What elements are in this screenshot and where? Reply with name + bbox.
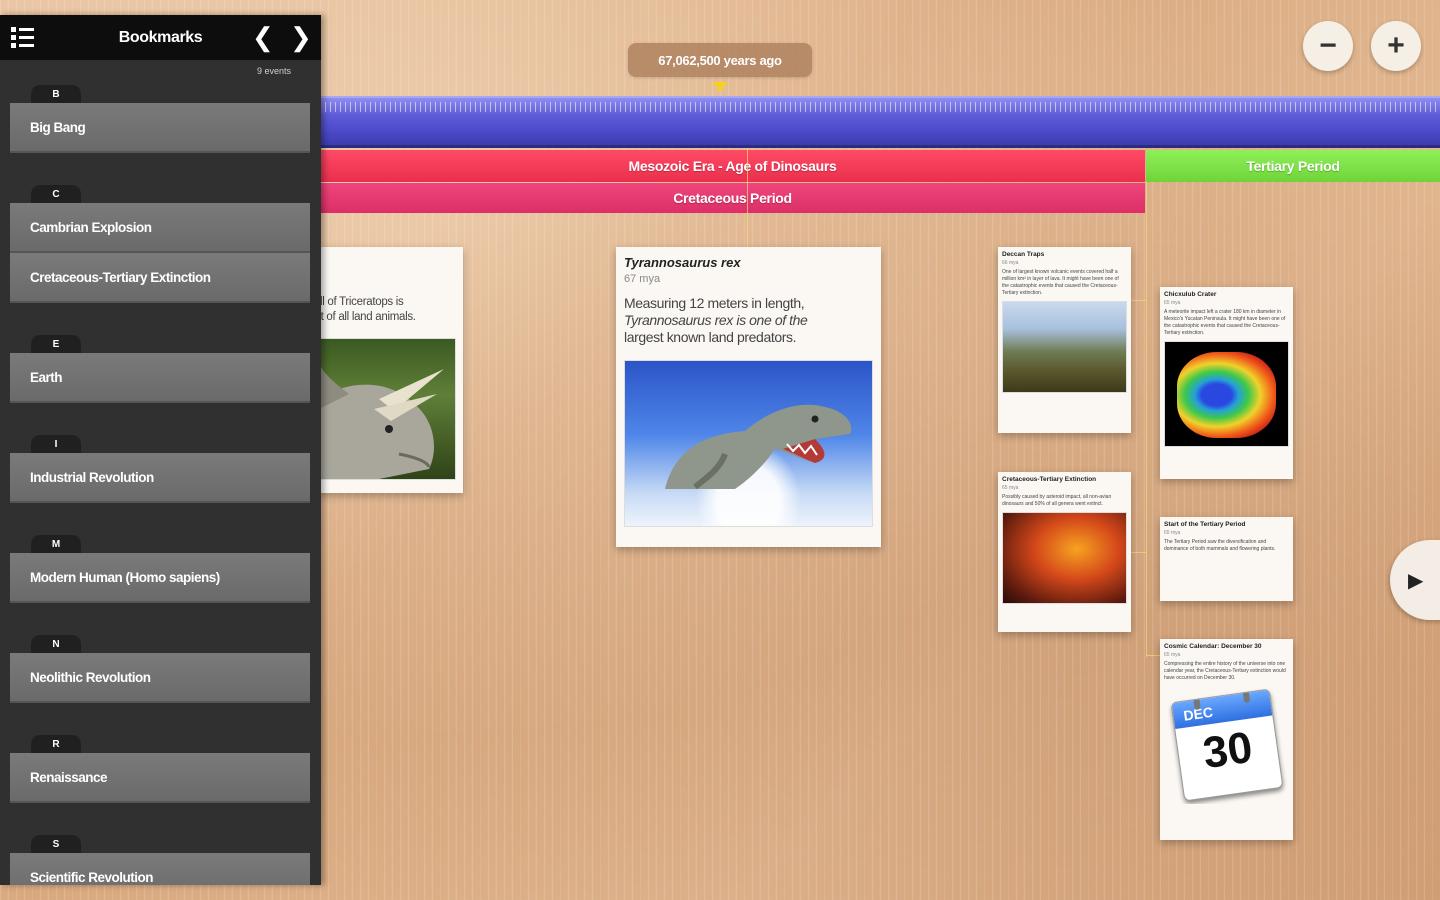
connector-line [747,148,748,247]
bookmark-item[interactable]: Cretaceous-Tertiary Extinction [10,253,310,303]
time-readout: 67,062,500 years ago [628,43,812,77]
card-body: A meteorite impact left a crater 180 km … [1164,309,1286,336]
event-card-tyrannosaurus[interactable]: Tyrannosaurus rex 67 mya Measuring 12 me… [616,247,881,547]
letter-tab: R [31,735,81,753]
crater-map-image [1164,341,1289,447]
card-title: Cretaceous-Tertiary Extinction [1002,476,1097,483]
bookmark-group: C Cambrian Explosion Cretaceous-Tertiary E… [0,185,321,303]
bookmark-item[interactable]: Neolithic Revolution [10,653,310,703]
card-date: 65 mya [1164,652,1181,658]
list-icon[interactable] [10,25,36,51]
zoom-in-button[interactable]: + [1371,21,1421,71]
card-title: Deccan Traps [1002,251,1045,258]
deccan-traps-image [1002,301,1127,393]
event-card-chicxulub-crater[interactable]: Chicxulub Crater 65 mya A meteorite impa… [1160,287,1293,479]
calendar-day: 30 [1199,722,1255,779]
bookmark-item[interactable]: Industrial Revolution [10,453,310,503]
card-body: skull of Triceratops is gest of all land… [318,296,416,323]
letter-tab: N [31,635,81,653]
card-title: Tyrannosaurus rex [624,255,741,270]
bookmark-item[interactable]: Scientific Revolution [10,853,310,885]
letter-tab: C [31,185,81,203]
bookmark-list: B Big Bang C Cambrian Explosion Cretaceous-T… [0,85,321,885]
bookmarks-sidebar: Bookmarks ❮ ❯ 9 events B Big Bang C Cambria… [0,15,321,885]
letter-tab: B [31,85,81,103]
timeline-ribbon[interactable] [320,96,1440,148]
connector-line [1146,655,1160,656]
event-card-deccan-traps[interactable]: Deccan Traps 66 mya One of largest known… [998,247,1131,433]
time-marker-icon [712,82,728,92]
bookmark-group: M Modern Human (Homo sapiens) [0,535,321,603]
connector-line [1146,182,1147,657]
card-body: Possibly caused by asteroid impact, all … [1002,494,1112,507]
event-card-triceratops[interactable]: skull of Triceratops is gest of all land… [318,247,463,493]
bookmark-group: B Big Bang [0,85,321,153]
card-body: Measuring 12 meters in length, Tyrannosa… [624,295,808,345]
band-cretaceous-period[interactable]: Cretaceous Period [320,183,1145,213]
chevron-left-icon[interactable]: ❮ [252,23,274,51]
card-date: 65 mya [1002,485,1019,491]
bookmark-item[interactable]: Big Bang [10,103,310,153]
extinction-image [1002,512,1127,604]
card-body: Compressing the entire history of the un… [1164,661,1286,681]
calendar-icon: DEC 30 [1164,686,1289,804]
letter-tab: S [31,835,81,853]
sidebar-title: Bookmarks [118,28,203,46]
bookmark-group: I Industrial Revolution [0,435,321,503]
card-title: Cosmic Calendar: December 30 [1164,643,1262,650]
band-mesozoic-era[interactable]: Mesozoic Era - Age of Dinosaurs [320,150,1145,182]
bookmark-group: R Renaissance [0,735,321,803]
letter-tab: M [31,535,81,553]
bookmark-item[interactable]: Cambrian Explosion [10,203,310,253]
bookmark-item[interactable]: Earth [10,353,310,403]
triceratops-image [318,338,456,480]
bookmark-item[interactable]: Modern Human (Homo sapiens) [10,553,310,603]
event-card-tertiary-start[interactable]: Start of the Tertiary Period 65 mya The … [1160,517,1293,601]
zoom-out-button[interactable]: − [1303,21,1353,71]
letter-tab: I [31,435,81,453]
event-count: 9 events [256,66,291,76]
tyrannosaurus-image [624,360,873,527]
event-card-cosmic-calendar[interactable]: Cosmic Calendar: December 30 65 mya Comp… [1160,639,1293,840]
card-body: The Tertiary Period saw the diversificat… [1164,539,1276,552]
bookmark-item[interactable]: Renaissance [10,753,310,803]
chevron-right-icon[interactable]: ❯ [290,23,312,51]
connector-line [1131,300,1146,301]
bookmark-group: N Neolithic Revolution [0,635,321,703]
band-tertiary-period[interactable]: Tertiary Period [1146,150,1440,182]
event-card-kt-extinction[interactable]: Cretaceous-Tertiary Extinction 65 mya Po… [998,472,1131,632]
card-date: 65 mya [1164,530,1181,536]
card-title: Start of the Tertiary Period [1164,521,1246,528]
card-title: Chicxulub Crater [1164,291,1217,298]
card-date: 65 mya [1164,300,1181,306]
card-date: 67 mya [624,273,661,285]
connector-line [1131,552,1146,553]
scroll-forward-button[interactable]: ▶ [1390,540,1440,620]
triangle-right-icon: ▶ [1408,569,1424,592]
bookmark-group: E Earth [0,335,321,403]
card-date: 66 mya [1002,260,1019,266]
letter-tab: E [31,335,81,353]
bookmark-group: S Scientific Revolution [0,835,321,885]
card-body: One of largest known volcanic events cov… [1002,269,1119,296]
sidebar-header: Bookmarks ❮ ❯ [0,15,321,60]
